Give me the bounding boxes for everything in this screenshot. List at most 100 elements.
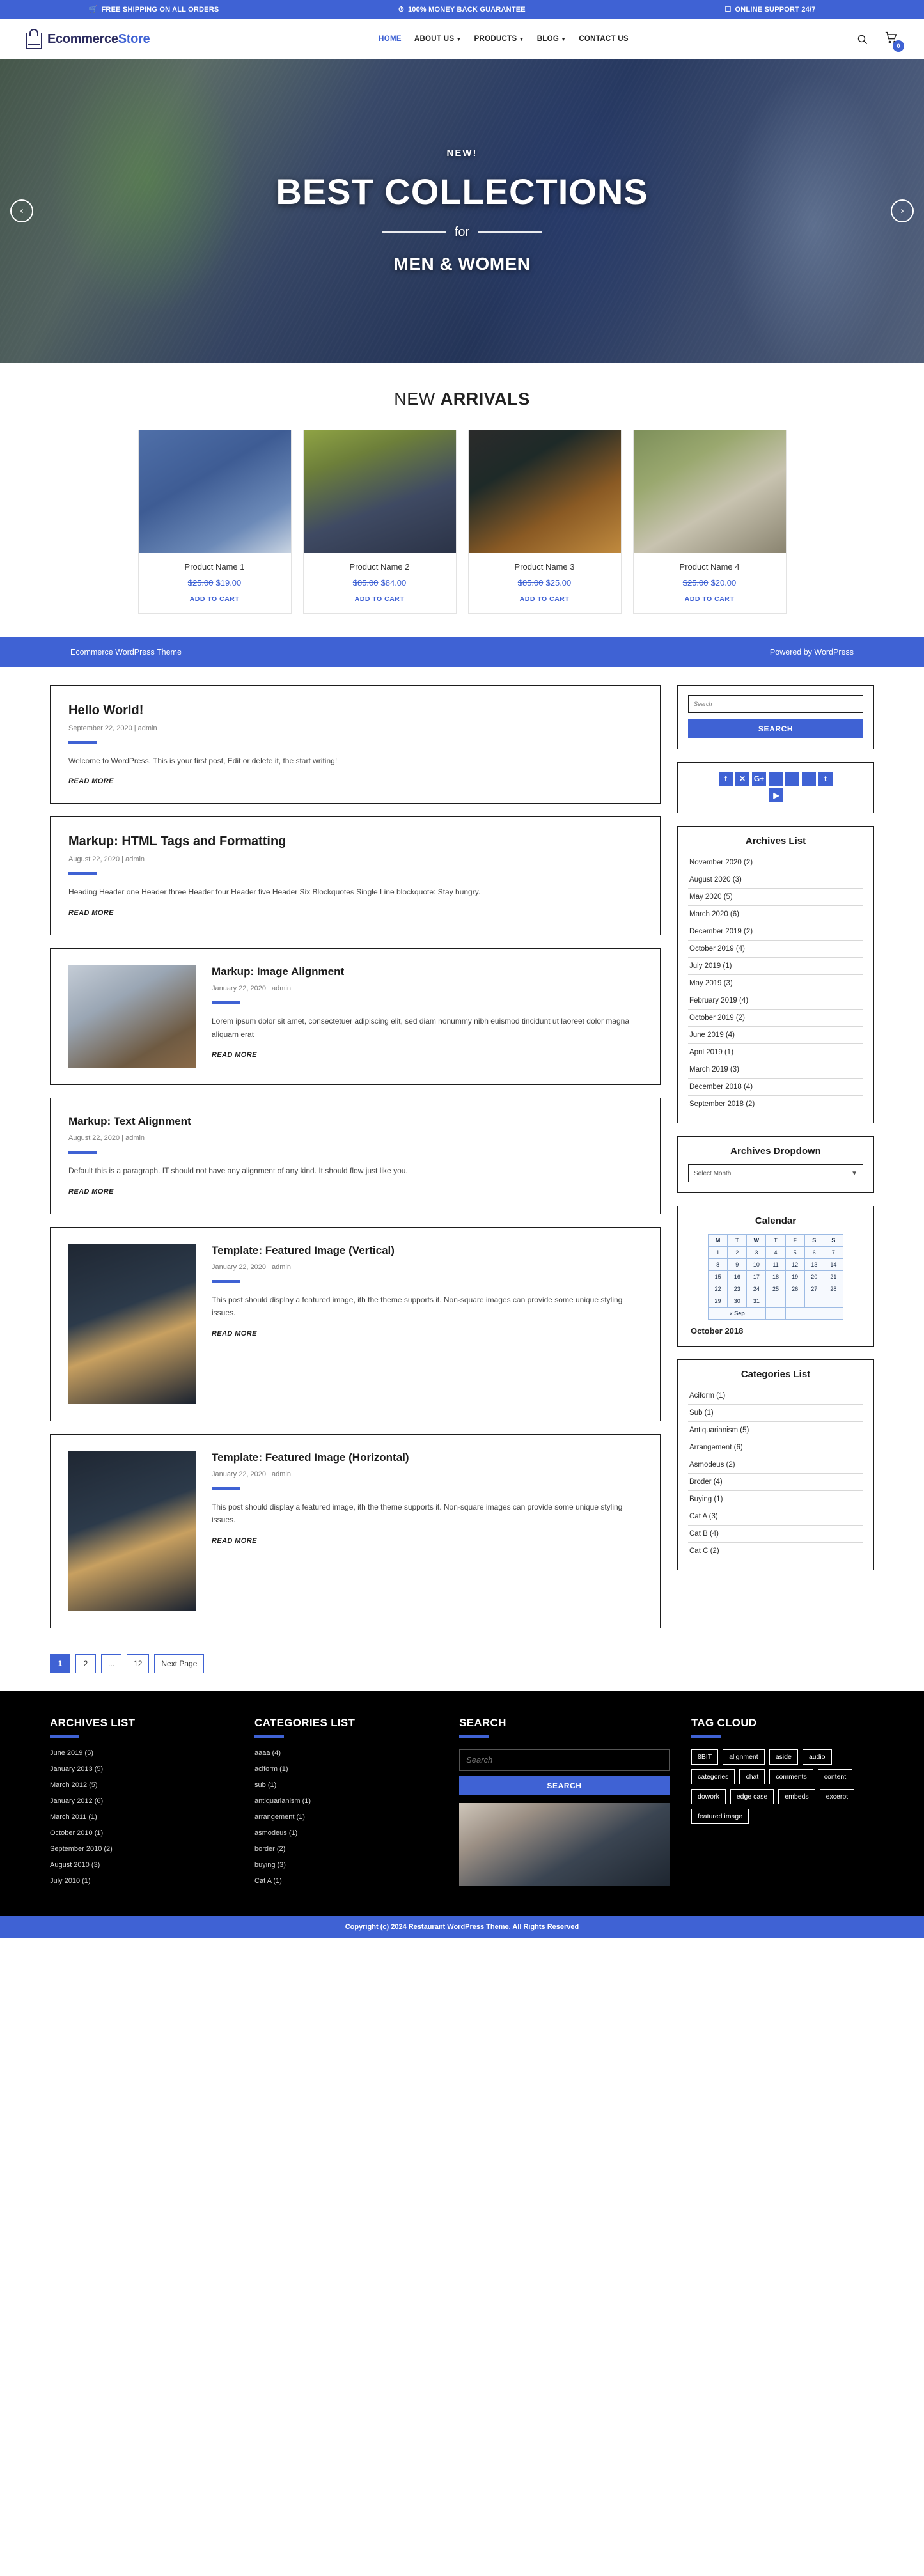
calendar-day[interactable]: 6 xyxy=(804,1246,824,1259)
add-to-cart-button[interactable]: ADD TO CART xyxy=(144,595,286,603)
calendar-day[interactable]: 29 xyxy=(707,1295,728,1308)
page-button-2[interactable]: 2 xyxy=(75,1653,96,1673)
google-plus-icon[interactable]: G+ xyxy=(752,772,766,786)
list-item[interactable]: Cat C (2) xyxy=(688,1543,863,1559)
list-item[interactable]: May 2019 (3) xyxy=(688,975,863,992)
calendar-day[interactable]: 19 xyxy=(785,1270,805,1283)
post-title[interactable]: Markup: Image Alignment xyxy=(212,965,642,978)
tag-item[interactable]: embeds xyxy=(778,1788,815,1804)
add-to-cart-button[interactable]: ADD TO CART xyxy=(639,595,781,603)
post-title[interactable]: Hello World! xyxy=(68,703,642,718)
product-card[interactable]: Product Name 4 $25.00 $20.00 ADD TO CART xyxy=(632,430,787,614)
calendar-day[interactable]: 30 xyxy=(727,1295,748,1308)
post-title[interactable]: Template: Featured Image (Horizontal) xyxy=(212,1451,642,1464)
read-more-link[interactable]: READ MORE xyxy=(68,777,114,785)
post-title[interactable]: Template: Featured Image (Vertical) xyxy=(212,1244,642,1257)
x-twitter-icon[interactable]: ✕ xyxy=(735,772,749,786)
list-item[interactable]: Asmodeus (2) xyxy=(688,1456,863,1474)
read-more-link[interactable]: READ MORE xyxy=(68,1188,114,1196)
list-item[interactable]: December 2019 (2) xyxy=(688,923,863,941)
search-submit-button[interactable]: SEARCH xyxy=(688,719,863,738)
list-item[interactable]: arrangement (1) xyxy=(254,1813,437,1821)
list-item[interactable]: sub (1) xyxy=(254,1781,437,1789)
nav-item-home[interactable]: HOME xyxy=(379,35,402,43)
list-item[interactable]: Broder (4) xyxy=(688,1474,863,1491)
list-item[interactable]: March 2012 (5) xyxy=(50,1781,233,1789)
social-icon-blank-2[interactable] xyxy=(785,772,799,786)
calendar-day[interactable]: 10 xyxy=(746,1258,767,1271)
list-item[interactable]: March 2020 (6) xyxy=(688,906,863,923)
tag-item[interactable]: 8BIT xyxy=(691,1749,719,1765)
nav-item-contact-us[interactable]: CONTACT US xyxy=(579,35,629,43)
search-icon[interactable] xyxy=(857,34,868,45)
list-item[interactable]: asmodeus (1) xyxy=(254,1829,437,1837)
footer-search-input[interactable] xyxy=(459,1749,670,1771)
calendar-day[interactable]: 15 xyxy=(707,1270,728,1283)
calendar-day[interactable]: 27 xyxy=(804,1283,824,1295)
next-page-button[interactable]: Next Page xyxy=(154,1653,205,1673)
list-item[interactable]: Arrangement (6) xyxy=(688,1439,863,1456)
tag-item[interactable]: comments xyxy=(769,1768,813,1784)
tag-item[interactable]: audio xyxy=(802,1749,832,1765)
post-title[interactable]: Markup: Text Alignment xyxy=(68,1115,642,1128)
slider-next-arrow-icon[interactable]: › xyxy=(891,199,914,222)
calendar-day[interactable]: 13 xyxy=(804,1258,824,1271)
read-more-link[interactable]: READ MORE xyxy=(212,1537,257,1545)
list-item[interactable]: March 2019 (3) xyxy=(688,1061,863,1079)
list-item[interactable]: June 2019 (5) xyxy=(50,1749,233,1757)
site-logo[interactable]: EcommerceStore xyxy=(26,29,237,49)
read-more-link[interactable]: READ MORE xyxy=(68,909,114,917)
calendar-day[interactable]: 31 xyxy=(746,1295,767,1308)
post-title[interactable]: Markup: HTML Tags and Formatting xyxy=(68,834,642,849)
calendar-day[interactable]: 20 xyxy=(804,1270,824,1283)
tag-item[interactable]: alignment xyxy=(723,1749,765,1765)
list-item[interactable]: antiquarianism (1) xyxy=(254,1797,437,1805)
list-item[interactable]: border (2) xyxy=(254,1845,437,1853)
archives-month-select[interactable]: Select Month ▼ xyxy=(688,1164,863,1182)
youtube-icon[interactable]: ▶ xyxy=(769,788,783,802)
list-item[interactable]: October 2019 (4) xyxy=(688,941,863,958)
page-button-1[interactable]: 1 xyxy=(50,1653,70,1673)
tag-item[interactable]: chat xyxy=(739,1768,765,1784)
add-to-cart-button[interactable]: ADD TO CART xyxy=(309,595,451,603)
slider-prev-arrow-icon[interactable]: ‹ xyxy=(10,199,33,222)
list-item[interactable]: Cat A (3) xyxy=(688,1508,863,1526)
list-item[interactable]: Cat B (4) xyxy=(688,1526,863,1543)
list-item[interactable]: May 2020 (5) xyxy=(688,889,863,906)
list-item[interactable]: April 2019 (1) xyxy=(688,1044,863,1061)
calendar-day[interactable]: 21 xyxy=(823,1270,844,1283)
cart-button[interactable]: 0 xyxy=(884,31,904,52)
list-item[interactable]: Aciform (1) xyxy=(688,1387,863,1405)
list-item[interactable]: buying (3) xyxy=(254,1861,437,1869)
list-item[interactable]: September 2018 (2) xyxy=(688,1096,863,1112)
list-item[interactable]: Buying (1) xyxy=(688,1491,863,1508)
calendar-day[interactable]: 3 xyxy=(746,1246,767,1259)
calendar-day[interactable]: 11 xyxy=(765,1258,786,1271)
list-item[interactable]: October 2019 (2) xyxy=(688,1010,863,1027)
list-item[interactable]: February 2019 (4) xyxy=(688,992,863,1010)
product-card[interactable]: Product Name 3 $85.00 $25.00 ADD TO CART xyxy=(467,430,622,614)
list-item[interactable]: June 2019 (4) xyxy=(688,1027,863,1044)
calendar-day[interactable]: 2 xyxy=(727,1246,748,1259)
calendar-day[interactable]: 12 xyxy=(785,1258,805,1271)
social-icon-blank-3[interactable] xyxy=(802,772,816,786)
tag-item[interactable]: excerpt xyxy=(819,1788,855,1804)
calendar-day[interactable]: 18 xyxy=(765,1270,786,1283)
calendar-day[interactable]: 17 xyxy=(746,1270,767,1283)
list-item[interactable]: August 2020 (3) xyxy=(688,871,863,889)
social-icon-blank-1[interactable] xyxy=(769,772,783,786)
tag-item[interactable]: featured image xyxy=(691,1808,749,1824)
calendar-day[interactable]: 14 xyxy=(823,1258,844,1271)
list-item[interactable]: July 2010 (1) xyxy=(50,1877,233,1885)
calendar-day[interactable]: 23 xyxy=(727,1283,748,1295)
calendar-day[interactable]: 7 xyxy=(823,1246,844,1259)
calendar-prev-month-link[interactable]: « Sep xyxy=(707,1307,767,1320)
list-item[interactable]: January 2013 (5) xyxy=(50,1765,233,1773)
page-button-12[interactable]: 12 xyxy=(127,1653,150,1673)
calendar-day[interactable]: 25 xyxy=(765,1283,786,1295)
tag-item[interactable]: edge case xyxy=(730,1788,774,1804)
nav-item-products[interactable]: PRODUCTS ▼ xyxy=(474,35,524,43)
tumblr-icon[interactable]: t xyxy=(818,772,833,786)
facebook-icon[interactable]: f xyxy=(719,772,733,786)
list-item[interactable]: September 2010 (2) xyxy=(50,1845,233,1853)
